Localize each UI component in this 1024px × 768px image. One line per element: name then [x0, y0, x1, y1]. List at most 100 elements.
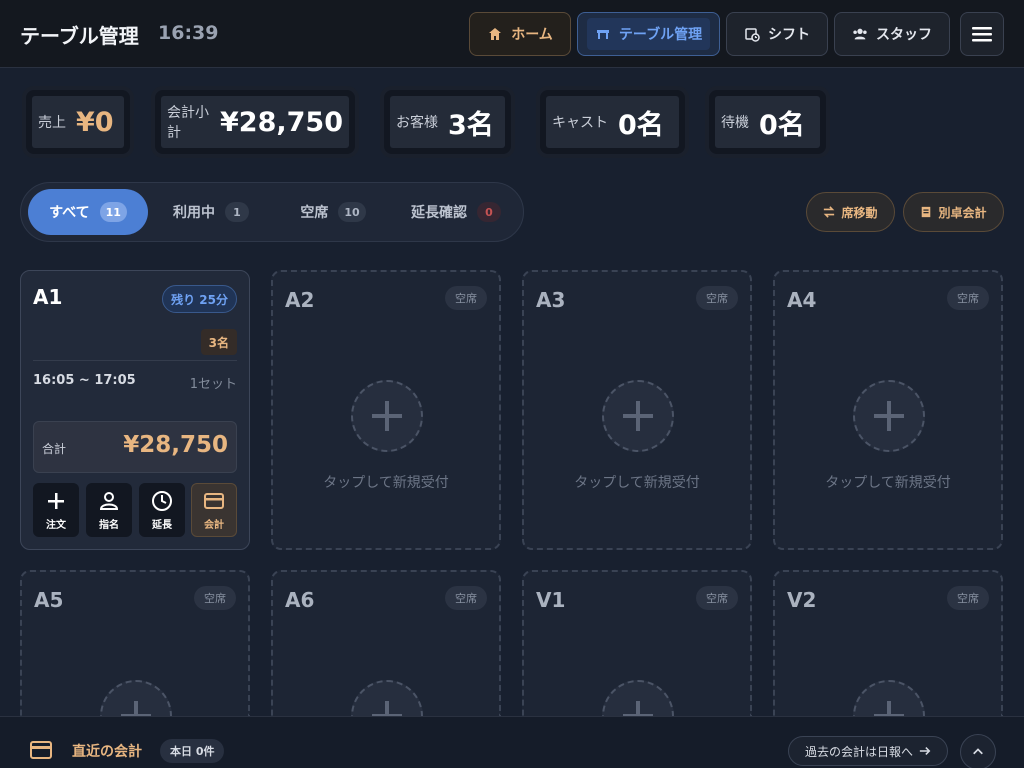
order-label: 注文	[46, 519, 66, 531]
stat-cast: キャスト 0名	[540, 90, 685, 154]
tab-vacant-label: 空席	[300, 205, 329, 221]
table-name: A5	[34, 588, 64, 612]
nav-shift-button[interactable]: シフト	[726, 12, 828, 56]
stat-sales-label: 売上	[38, 115, 66, 131]
nav-staff-button[interactable]: スタッフ	[834, 12, 950, 56]
time-range: 16:05 ~ 17:05	[33, 373, 136, 388]
clock-icon	[152, 490, 172, 511]
stat-subtotal-label: 会計小計	[167, 105, 209, 141]
set-count: 1セット	[189, 377, 237, 392]
table-card-a5[interactable]: A5 空席	[20, 570, 250, 752]
expand-button[interactable]	[960, 734, 996, 768]
status-badge: 空席	[445, 586, 487, 610]
recent-payments-bar: 直近の会計 本日 0件 過去の会計は日報へ	[0, 716, 1024, 768]
tab-all-count: 11	[99, 202, 127, 222]
tab-all-label: すべて	[49, 205, 90, 221]
hamburger-icon	[972, 27, 992, 42]
clock: 16:39	[158, 22, 219, 44]
status-badge: 空席	[445, 286, 487, 310]
table-card-a3[interactable]: A3 空席 タップして新規受付	[522, 270, 752, 550]
credit-card-icon	[30, 741, 52, 759]
stat-sales-value: ¥0	[76, 106, 114, 138]
tab-extension-check[interactable]: 延長確認 0	[399, 189, 513, 235]
stat-sales: 売上 ¥0	[26, 90, 130, 154]
status-badge: 空席	[194, 586, 236, 610]
split-bill-label: 別卓会計	[938, 205, 987, 220]
arrow-right-icon	[919, 747, 931, 755]
table-card-a1[interactable]: A1 残り 25分 3名 16:05 ~ 17:05 1セット 合計 ¥28,7…	[20, 270, 250, 550]
seat-move-label: 席移動	[841, 205, 878, 220]
tap-hint: タップして新規受付	[323, 475, 449, 491]
stat-guests-label: お客様	[396, 115, 438, 131]
top-bar: テーブル管理 16:39 ホーム テーブル管理 シフト スタッフ	[0, 0, 1024, 68]
tab-in-use-count: 1	[225, 202, 249, 222]
tab-in-use-label: 利用中	[173, 205, 215, 221]
home-icon	[489, 28, 502, 40]
tap-hint: タップして新規受付	[825, 475, 951, 491]
swap-arrows-icon	[824, 206, 835, 218]
split-bill-button[interactable]: 別卓会計	[903, 192, 1004, 232]
stat-subtotal-value: ¥28,750	[220, 106, 343, 138]
status-badge: 空席	[696, 286, 738, 310]
add-reception-icon	[853, 380, 925, 452]
order-button[interactable]: 注文	[33, 483, 79, 537]
stat-waiting-value: 0名	[759, 109, 805, 141]
table-name: A2	[285, 288, 315, 312]
divider	[33, 360, 237, 361]
table-name: V2	[787, 588, 817, 612]
filter-tabs: すべて 11 利用中 1 空席 10 延長確認 0	[20, 182, 524, 242]
nav-home-button[interactable]: ホーム	[469, 12, 571, 56]
status-badge: 空席	[696, 586, 738, 610]
pay-label: 会計	[204, 519, 224, 531]
extend-button[interactable]: 延長	[139, 483, 185, 537]
tab-extension-count: 0	[477, 202, 501, 222]
nav-tables-button[interactable]: テーブル管理	[577, 12, 720, 56]
tab-in-use[interactable]: 利用中 1	[161, 189, 261, 235]
credit-card-icon	[204, 492, 224, 509]
seat-move-button[interactable]: 席移動	[806, 192, 895, 232]
tab-vacant-count: 10	[338, 202, 366, 222]
history-link-label: 過去の会計は日報へ	[804, 744, 913, 759]
status-badge: 空席	[947, 586, 989, 610]
table-card-a2[interactable]: A2 空席 タップして新規受付	[271, 270, 501, 550]
pay-button[interactable]: 会計	[191, 483, 237, 537]
stat-guests-value: 3名	[448, 109, 494, 141]
page-title: テーブル管理	[20, 24, 139, 48]
calendar-clock-icon	[745, 28, 760, 42]
add-reception-icon	[602, 380, 674, 452]
nominate-button[interactable]: 指名	[86, 483, 132, 537]
receipt-icon	[922, 206, 931, 218]
stat-cast-value: 0名	[618, 109, 664, 141]
tab-vacant[interactable]: 空席 10	[283, 189, 383, 235]
total-label: 合計	[42, 442, 67, 456]
table-name: A1	[33, 285, 63, 309]
stat-waiting-label: 待機	[721, 115, 749, 131]
table-card-a4[interactable]: A4 空席 タップして新規受付	[773, 270, 1003, 550]
nominate-label: 指名	[99, 519, 119, 531]
total-value: ¥28,750	[123, 432, 228, 458]
tab-all[interactable]: すべて 11	[28, 189, 148, 235]
history-link-button[interactable]: 過去の会計は日報へ	[788, 736, 948, 766]
total-box: 合計 ¥28,750	[33, 421, 237, 473]
tab-extension-label: 延長確認	[411, 205, 467, 221]
people-icon	[853, 28, 867, 40]
table-name: A4	[787, 288, 817, 312]
guest-count-badge: 3名	[200, 329, 237, 355]
stat-cast-label: キャスト	[552, 115, 608, 131]
person-icon	[99, 491, 119, 510]
table-name: A6	[285, 588, 315, 612]
status-badge: 空席	[947, 286, 989, 310]
table-icon	[596, 30, 609, 39]
menu-button[interactable]	[960, 12, 1004, 56]
table-card-v1[interactable]: V1 空席	[522, 570, 752, 752]
extend-label: 延長	[152, 519, 172, 531]
recent-payments-title: 直近の会計	[72, 744, 142, 760]
tap-hint: タップして新規受付	[574, 475, 700, 491]
stat-subtotal: 会計小計 ¥28,750	[155, 90, 355, 154]
nav-staff-label: スタッフ	[876, 27, 932, 43]
nav-shift-label: シフト	[768, 27, 810, 43]
add-reception-icon	[351, 380, 423, 452]
table-card-a6[interactable]: A6 空席	[271, 570, 501, 752]
stat-guests: お客様 3名	[384, 90, 511, 154]
table-card-v2[interactable]: V2 空席	[773, 570, 1003, 752]
